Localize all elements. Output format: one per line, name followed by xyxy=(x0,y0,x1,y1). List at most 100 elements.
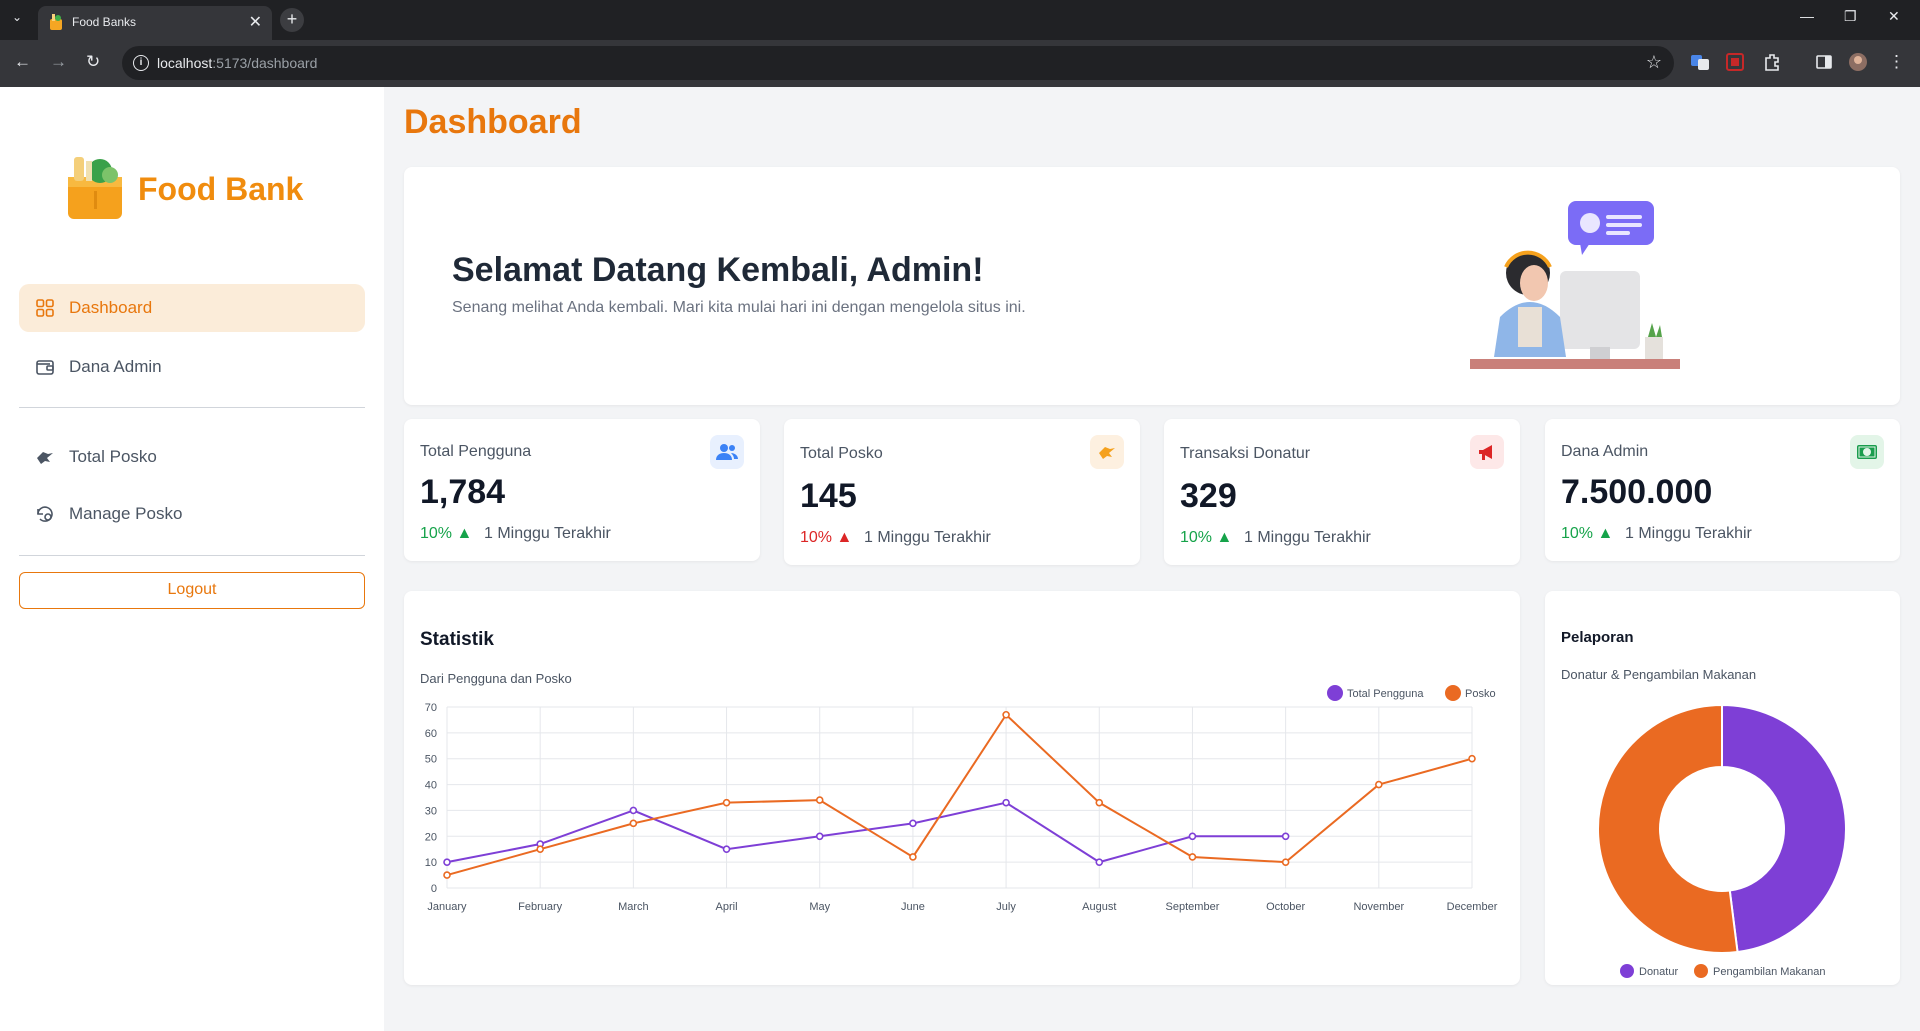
users-icon xyxy=(710,435,744,469)
x-tick-label: March xyxy=(618,901,649,913)
data-point xyxy=(536,845,544,854)
sidebar-item-label: Dashboard xyxy=(69,298,153,317)
donut-slice xyxy=(1597,703,1739,954)
x-tick-label: November xyxy=(1353,901,1404,913)
stat-value: 329 xyxy=(1180,477,1237,515)
legend-label: Posko xyxy=(1465,688,1496,700)
data-point xyxy=(1281,832,1290,841)
stat-value: 1,784 xyxy=(420,473,506,511)
stat-card-dana-admin[interactable]: Dana Admin 7.500.000 10% ▲ 1 Minggu Tera… xyxy=(1545,419,1900,561)
sidebar-item-dashboard[interactable]: Dashboard xyxy=(19,284,365,332)
data-point xyxy=(815,832,824,841)
data-point xyxy=(443,871,451,879)
page-title: Dashboard xyxy=(404,103,582,141)
data-point xyxy=(1002,798,1010,807)
x-tick-label: April xyxy=(716,901,738,913)
data-point xyxy=(1281,858,1290,866)
tab-close-icon[interactable]: ✕ xyxy=(249,12,262,32)
x-tick-label: October xyxy=(1266,901,1305,913)
browser-toolbar: ← → ↻ i localhost:5173/dashboard ☆ ⋮ xyxy=(0,40,1920,87)
logout-button[interactable]: Logout xyxy=(19,572,365,609)
back-icon[interactable]: ← xyxy=(14,52,31,72)
stat-value: 145 xyxy=(800,477,857,515)
bookmark-star-icon[interactable]: ☆ xyxy=(1646,52,1662,73)
food-bag-logo-icon xyxy=(68,157,122,219)
logo[interactable]: Food Bank xyxy=(64,151,303,226)
sidebar-item-manage-posko[interactable]: Manage Posko xyxy=(19,490,365,538)
legend-swatch xyxy=(1694,964,1708,978)
data-point xyxy=(629,819,638,828)
y-tick-label: 60 xyxy=(425,728,437,740)
tab-title: Food Banks xyxy=(72,15,137,29)
donut-chart: Donatur Pengambilan Makanan xyxy=(1597,703,1847,978)
reload-icon[interactable]: ↻ xyxy=(86,52,100,72)
settings-history-icon xyxy=(37,506,53,522)
restore-icon[interactable]: ❐ xyxy=(1844,8,1857,25)
food-bank-favicon-icon xyxy=(50,14,62,30)
sidebar-item-total-posko[interactable]: Total Posko xyxy=(19,433,365,481)
legend-swatch xyxy=(1620,964,1634,978)
minimize-icon[interactable]: — xyxy=(1800,8,1814,24)
legend-swatch xyxy=(1327,685,1343,701)
browser-tab[interactable]: Food Banks ✕ xyxy=(38,6,272,40)
customer-support-illustration xyxy=(1470,201,1680,369)
browser-tab-bar: ⌄ Food Banks ✕ + — ❐ ✕ xyxy=(0,0,1920,40)
x-tick-label: December xyxy=(1447,901,1498,913)
stat-delta: 10% ▲ xyxy=(800,529,853,546)
chart-subtitle: Donatur & Pengambilan Makanan xyxy=(1561,667,1757,682)
data-point xyxy=(815,796,824,804)
tab-search-icon[interactable]: ⌄ xyxy=(12,10,22,24)
sidebar-item-label: Manage Posko xyxy=(69,504,183,523)
sidebar-item-dana-admin[interactable]: Dana Admin xyxy=(19,343,365,391)
data-point xyxy=(1375,780,1383,789)
stat-period: 1 Minggu Terakhir xyxy=(1625,525,1752,542)
new-tab-button[interactable]: + xyxy=(280,8,304,32)
stat-label: Total Posko xyxy=(800,445,883,462)
side-panel-icon[interactable] xyxy=(1814,52,1834,72)
screen-record-extension-icon[interactable] xyxy=(1725,52,1745,72)
data-point xyxy=(909,819,917,828)
x-tick-label: August xyxy=(1082,901,1116,913)
stat-period: 1 Minggu Terakhir xyxy=(864,529,991,546)
browser-menu-icon[interactable]: ⋮ xyxy=(1888,52,1905,72)
close-window-icon[interactable]: ✕ xyxy=(1888,8,1900,25)
stat-card-total-posko[interactable]: Total Posko 145 10% ▲ 1 Minggu Terakhir xyxy=(784,419,1140,565)
sidebar-item-label: Dana Admin xyxy=(69,357,162,376)
site-info-icon[interactable]: i xyxy=(133,55,149,71)
donut-slice xyxy=(1721,703,1847,954)
series-line xyxy=(446,801,1286,864)
y-tick-label: 0 xyxy=(431,883,437,895)
translate-extension-icon[interactable] xyxy=(1690,52,1710,72)
legend-label: Total Pengguna xyxy=(1347,688,1424,700)
x-tick-label: February xyxy=(518,901,563,913)
stat-period: 1 Minggu Terakhir xyxy=(484,525,611,542)
forward-icon[interactable]: → xyxy=(50,52,67,72)
x-tick-label: May xyxy=(809,901,830,913)
stat-card-transaksi-donatur[interactable]: Transaksi Donatur 329 10% ▲ 1 Minggu Ter… xyxy=(1164,419,1520,565)
data-point xyxy=(1188,832,1197,841)
x-tick-label: July xyxy=(996,901,1016,913)
statistik-chart-card: Statistik Dari Pengguna dan Posko 0 10 20 3… xyxy=(404,591,1520,985)
pelaporan-chart-card: Pelaporan Donatur & Pengambilan Makanan … xyxy=(1545,591,1900,985)
extensions-puzzle-icon[interactable] xyxy=(1762,52,1782,72)
x-tick-label: September xyxy=(1166,901,1220,913)
hand-heart-icon xyxy=(37,452,53,464)
stat-label: Total Pengguna xyxy=(420,443,532,460)
stat-period: 1 Minggu Terakhir xyxy=(1244,529,1371,546)
address-bar[interactable]: i localhost:5173/dashboard ☆ xyxy=(122,46,1674,80)
data-point xyxy=(443,858,451,866)
profile-avatar-icon[interactable] xyxy=(1848,52,1868,72)
chart-title: Statistik xyxy=(420,629,494,650)
legend-label: Donatur xyxy=(1639,966,1678,978)
stat-label: Dana Admin xyxy=(1561,443,1649,460)
chart-title: Pelaporan xyxy=(1561,629,1634,646)
data-point xyxy=(722,845,731,854)
url-text[interactable]: localhost:5173/dashboard xyxy=(157,55,317,71)
x-tick-label: June xyxy=(901,901,925,913)
megaphone-icon xyxy=(1470,435,1504,469)
legend-label: Pengambilan Makanan xyxy=(1713,966,1826,978)
stat-card-total-pengguna[interactable]: Total Pengguna 1,784 10% ▲ 1 Minggu Tera… xyxy=(404,419,760,561)
chart-grid xyxy=(446,706,1473,889)
y-tick-label: 20 xyxy=(425,831,437,843)
legend-swatch xyxy=(1445,685,1461,701)
